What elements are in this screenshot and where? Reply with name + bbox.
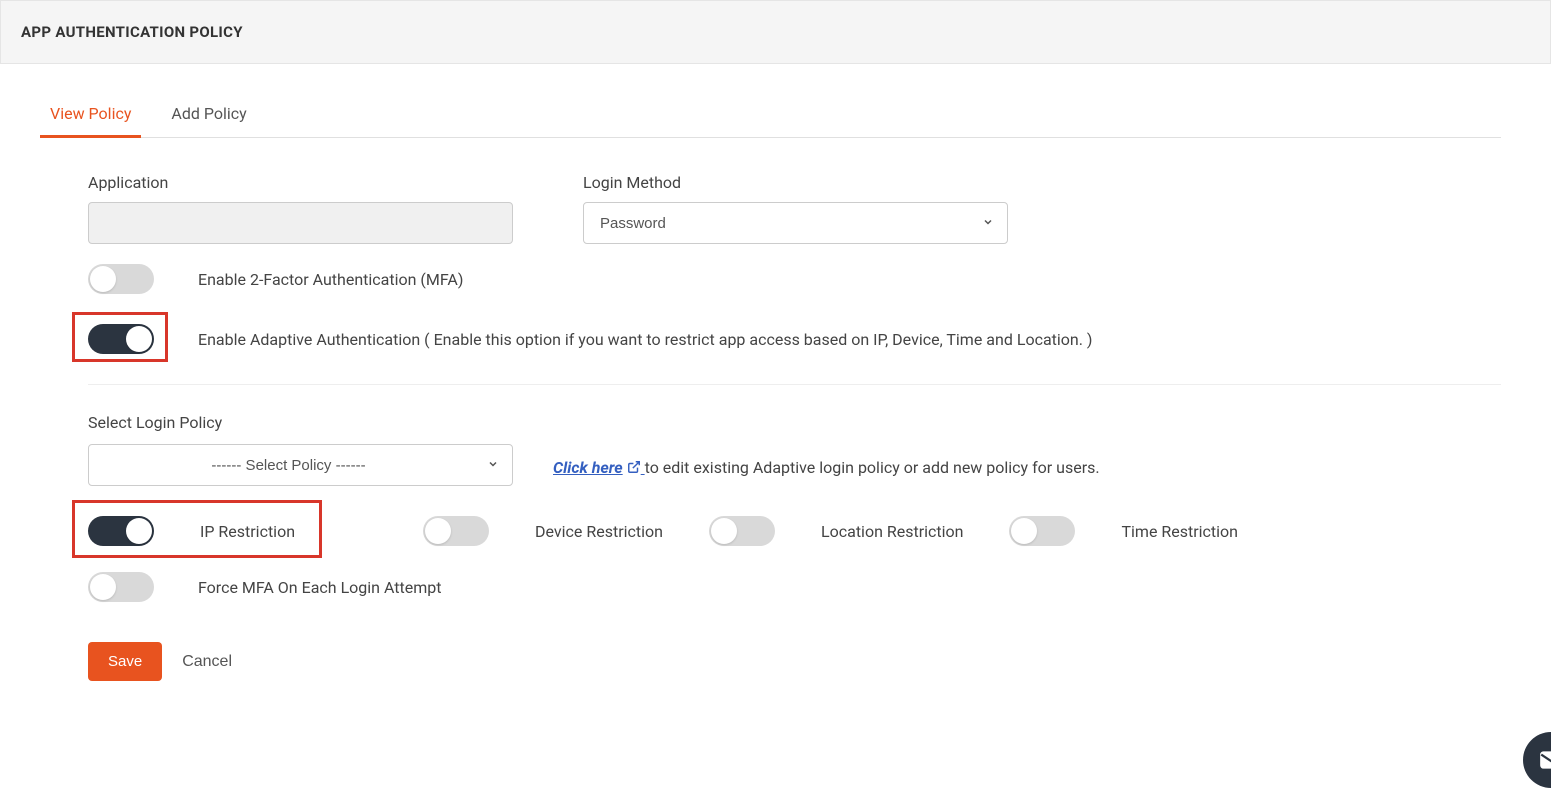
tabs: View Policy Add Policy: [50, 104, 1501, 138]
tab-view-policy[interactable]: View Policy: [50, 104, 131, 137]
login-policy-help-suffix: to edit existing Adaptive login policy o…: [645, 458, 1100, 477]
click-here-link[interactable]: Click here: [553, 458, 645, 477]
page-header: APP AUTHENTICATION POLICY: [0, 0, 1551, 64]
toggle-device-restriction[interactable]: [423, 516, 489, 546]
divider: [88, 384, 1501, 385]
mail-icon: [1538, 747, 1551, 773]
toggle-force-mfa[interactable]: [88, 572, 154, 602]
toggle-adaptive-auth-label: Enable Adaptive Authentication ( Enable …: [198, 330, 1092, 349]
tab-add-policy[interactable]: Add Policy: [171, 104, 246, 137]
save-button[interactable]: Save: [88, 642, 162, 681]
login-policy-help: Click here to edit existing Adaptive log…: [553, 458, 1100, 486]
login-policy-select[interactable]: ------ Select Policy ------: [88, 444, 513, 486]
external-link-icon: [627, 459, 641, 478]
chat-widget-button[interactable]: [1523, 732, 1551, 788]
toggle-ip-restriction-label: IP Restriction: [200, 522, 295, 541]
page-title: APP AUTHENTICATION POLICY: [21, 23, 243, 41]
toggle-mfa-label: Enable 2-Factor Authentication (MFA): [198, 270, 463, 289]
toggle-location-restriction[interactable]: [709, 516, 775, 546]
content-area: View Policy Add Policy Application Login…: [0, 64, 1551, 701]
toggle-location-restriction-label: Location Restriction: [821, 522, 963, 541]
toggle-device-restriction-label: Device Restriction: [535, 522, 663, 541]
application-label: Application: [88, 173, 513, 192]
select-login-policy-label: Select Login Policy: [88, 413, 1501, 432]
cancel-button[interactable]: Cancel: [182, 653, 232, 671]
toggle-force-mfa-label: Force MFA On Each Login Attempt: [198, 578, 442, 597]
toggle-time-restriction[interactable]: [1009, 516, 1075, 546]
toggle-time-restriction-label: Time Restriction: [1121, 522, 1238, 541]
toggle-ip-restriction[interactable]: [88, 516, 154, 546]
login-method-label: Login Method: [583, 173, 1008, 192]
toggle-mfa[interactable]: [88, 264, 154, 294]
form-area: Application Login Method Password Enable…: [50, 173, 1501, 681]
toggle-adaptive-auth[interactable]: [88, 324, 154, 354]
login-method-select[interactable]: Password: [583, 202, 1008, 244]
application-input[interactable]: [88, 202, 513, 244]
